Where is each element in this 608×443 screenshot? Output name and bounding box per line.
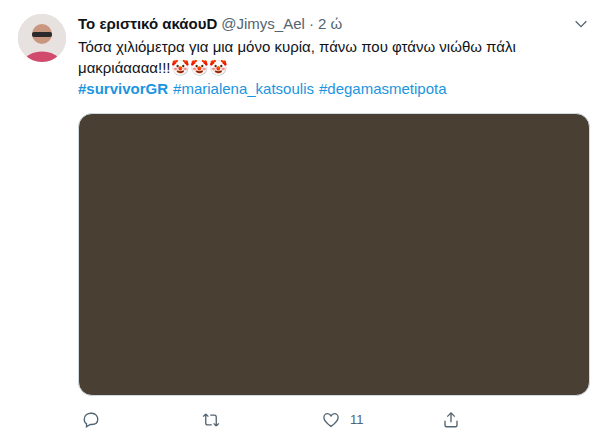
tweet-time[interactable]: 2 ώ bbox=[318, 14, 342, 34]
author-handle[interactable]: @Jimys_Ael bbox=[221, 14, 305, 34]
share-icon bbox=[442, 411, 460, 429]
hashtag[interactable]: #degamasmetipota bbox=[319, 78, 447, 99]
like-button[interactable]: 11 bbox=[318, 411, 438, 429]
hashtag[interactable]: #survivorGR bbox=[78, 78, 168, 99]
tweet-body: Το εριστικό ακάουD@Jimys_Ael·2 ώΤόσα χιλ… bbox=[78, 14, 590, 430]
author-name[interactable]: Το εριστικό ακάουD bbox=[78, 14, 217, 34]
tweet-text: Τόσα χιλιόμετρα για μια μόνο κυρία, πάνω… bbox=[78, 36, 590, 78]
reply-button[interactable] bbox=[78, 411, 198, 429]
action-count: 11 bbox=[350, 412, 364, 428]
avatar[interactable] bbox=[18, 14, 66, 62]
avatar-person-icon bbox=[18, 14, 66, 62]
more-chevron-icon[interactable] bbox=[572, 15, 590, 33]
reply-icon bbox=[82, 411, 100, 429]
tweet-header: Το εριστικό ακάουD@Jimys_Ael·2 ώ bbox=[78, 14, 590, 34]
share-button[interactable] bbox=[438, 411, 558, 429]
separator: · bbox=[309, 14, 314, 34]
hashtag-line: #survivorGR#marialena_katsoulis#degamasm… bbox=[78, 78, 590, 99]
like-icon bbox=[322, 411, 340, 429]
hashtag[interactable]: #marialena_katsoulis bbox=[173, 78, 314, 99]
retweet-icon bbox=[202, 411, 220, 429]
action-bar: 11 bbox=[78, 410, 590, 430]
retweet-button[interactable] bbox=[198, 411, 318, 429]
tweet-media[interactable] bbox=[78, 113, 590, 396]
